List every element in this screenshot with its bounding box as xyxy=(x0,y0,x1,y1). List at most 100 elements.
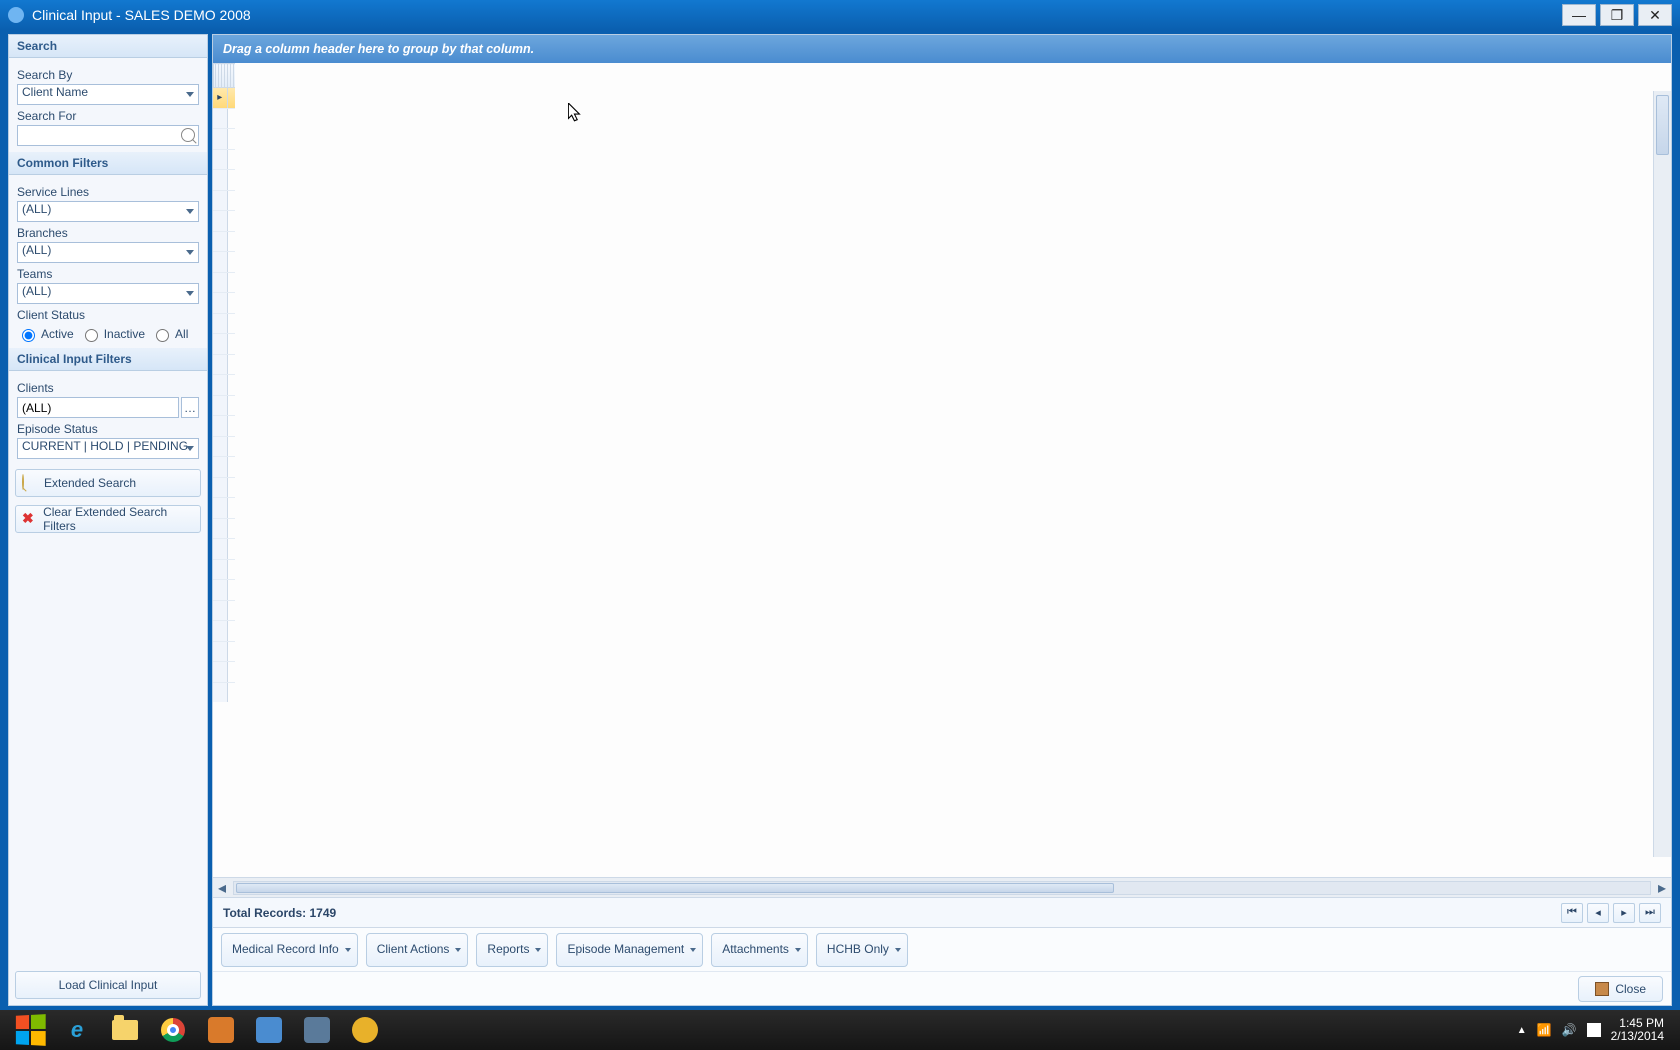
table-row[interactable]: SOUTHARD, JOSE V L.SLC00002541501COMMERC… xyxy=(213,355,235,376)
search-for-input[interactable] xyxy=(17,125,199,146)
service-lines-combo[interactable]: (ALL) xyxy=(17,201,199,222)
search-by-combo[interactable]: Client Name xyxy=(17,84,199,105)
close-window-button[interactable]: ✕ xyxy=(1638,4,1672,26)
clients-ellipsis-button[interactable]: … xyxy=(181,397,199,418)
scroll-right-button[interactable]: ▸ xyxy=(1653,879,1671,897)
taskbar-explorer-icon[interactable] xyxy=(102,1012,148,1048)
table-row[interactable]: STANFORD, JOSEFA R.NAM00002321501MEDICAI… xyxy=(213,580,235,601)
table-row[interactable]: SNELSON, CLARA C.POC00002314901MEDICAREN… xyxy=(213,273,235,294)
cell-care-type: TKA,SP - OR xyxy=(235,662,236,682)
client-actions-button[interactable]: Client Actions xyxy=(366,933,469,967)
window-title: Clinical Input - SALES DEMO 2008 xyxy=(32,7,1558,23)
radio-all[interactable]: All xyxy=(151,326,188,342)
tray-network-icon[interactable]: 📶 xyxy=(1537,1023,1552,1037)
cell-care-type: MED-SURG,S xyxy=(235,293,236,313)
table-row[interactable]: SMITH, TYRONHCH00002574302MEDICARECGS HO… xyxy=(213,211,235,232)
taskbar-app-icon-4[interactable] xyxy=(342,1012,388,1048)
taskbar-app-icon-1[interactable] xyxy=(198,1012,244,1048)
branches-combo[interactable]: (ALL) xyxy=(17,242,199,263)
pager-next-button[interactable]: ▸ xyxy=(1613,903,1635,923)
table-row[interactable]: STALLINGS, MARIUSFRU00001465401MEDICAREN… xyxy=(213,560,235,581)
taskbar-chrome-icon[interactable] xyxy=(150,1012,196,1048)
table-row[interactable]: SMITHSON, CARMELO M.NAM00001786201MEDICA… xyxy=(213,232,235,253)
row-indicator xyxy=(213,334,227,354)
row-indicator xyxy=(213,232,227,252)
taskbar: e ▲ 📶 🔊 1:45 PM 2/13/2014 xyxy=(0,1010,1680,1050)
horizontal-scrollbar[interactable]: ◂ ▸ xyxy=(213,877,1671,897)
taskbar-app-icon-2[interactable] xyxy=(246,1012,292,1048)
table-row[interactable]: SPHALER, MARTHA W.POC00002495101MEDICARE… xyxy=(213,457,235,478)
table-row[interactable]: SMITH, THOMASHEB00002574801MEDICARECAHAB… xyxy=(213,191,235,212)
close-button[interactable]: Close xyxy=(1578,976,1663,1002)
scroll-left-button[interactable]: ◂ xyxy=(213,879,231,897)
episode-status-combo[interactable]: CURRENT | HOLD | PENDING xyxy=(17,438,199,459)
start-button[interactable] xyxy=(8,1012,52,1048)
medical-record-info-button[interactable]: Medical Record Info xyxy=(221,933,358,967)
table-row[interactable]: STASSI, MARY LOUFRU00001711501MEDICARENG… xyxy=(213,683,235,703)
table-row[interactable]: STARRATT, JOSE R.SLC00002076701COMMERCIA… xyxy=(213,662,235,683)
hchb-only-button[interactable]: HCHB Only xyxy=(816,933,908,967)
maximize-button[interactable]: ❐ xyxy=(1600,4,1634,26)
table-row[interactable]: ST CLAIR, CONSUELO W.SLC00000647001MEDIC… xyxy=(213,519,235,540)
clear-extended-search-button[interactable]: ✖ Clear Extended Search Filters xyxy=(15,505,201,533)
reports-button[interactable]: Reports xyxy=(476,933,548,967)
cell-care-type: BALANCE & xyxy=(235,375,236,395)
table-row[interactable]: SPARKS, MARILYN G.TWF00002055501MEDICARE… xyxy=(213,416,235,437)
row-indicator xyxy=(213,519,227,539)
pager-prev-button[interactable]: ◂ xyxy=(1587,903,1609,923)
table-row[interactable]: SPITZNAGEL, ORALIA E.IFH00002474702MEDIC… xyxy=(213,498,235,519)
app-icon xyxy=(8,7,24,23)
table-row[interactable]: SMITH, NORA K.ORM00002474801MED ADV NON … xyxy=(213,170,235,191)
table-row[interactable]: STANISLAWSKI, MARYIDF00002432201MEDICARE… xyxy=(213,642,235,663)
data-grid: Client Name Attachments MR No Payor Type… xyxy=(213,63,1671,877)
table-row[interactable]: SPENCE, MARTHATWF00002217501MEDICARENGS0… xyxy=(213,437,235,458)
taskbar-app-icon-3[interactable] xyxy=(294,1012,340,1048)
table-row[interactable]: STANISLAWSKI, MARCIA G.IDF00002028901MED… xyxy=(213,601,235,622)
total-records-label: Total Records: 1749 xyxy=(223,906,336,920)
table-row[interactable]: SPAHN, BERNICESLC00002512201MEDICARECAHA… xyxy=(213,396,235,417)
tray-volume-icon[interactable]: 🔊 xyxy=(1562,1023,1577,1037)
tray-action-center-icon[interactable] xyxy=(1587,1023,1601,1037)
table-row[interactable]: SMITH, LOUISE M.NAM00001826501MED ADV NO… xyxy=(213,150,235,171)
table-row[interactable]: SPIGNER, CHARLA B.OGD00002542301MEDICARE… xyxy=(213,478,235,499)
cell-care-type: MED-SURG,C xyxy=(235,437,236,457)
group-by-hint[interactable]: Drag a column header here to group by th… xyxy=(213,35,1671,63)
episode-management-button[interactable]: Episode Management xyxy=(556,933,703,967)
search-icon[interactable] xyxy=(181,128,195,142)
taskbar-clock[interactable]: 1:45 PM 2/13/2014 xyxy=(1611,1017,1664,1043)
pager-last-button[interactable]: ⏭ xyxy=(1639,903,1661,923)
teams-combo[interactable]: (ALL) xyxy=(17,283,199,304)
table-row[interactable]: SMITH, ALISA A.POC00001912701MEDICARENGS… xyxy=(213,88,235,109)
col-care-type[interactable]: Care Type xyxy=(233,64,235,88)
table-row[interactable]: SNIVELY, DORSEY E.NAM00001467001MEDICARE… xyxy=(213,293,235,314)
table-row[interactable]: SNEAD, GERALD W.OGD00000757001MEDICARECA… xyxy=(213,252,235,273)
column-header-row: Client Name Attachments MR No Payor Type… xyxy=(214,64,235,88)
load-clinical-input-button[interactable]: Load Clinical Input xyxy=(15,971,201,999)
row-indicator xyxy=(213,314,227,334)
hscroll-thumb[interactable] xyxy=(236,883,1114,893)
row-indicator xyxy=(213,601,227,621)
row-indicator xyxy=(213,498,227,518)
table-row[interactable]: SOMJEN, JULIUS A.ORH00001505502MEDICAREC… xyxy=(213,334,235,355)
table-row[interactable]: SOLLERS, DONALDIDF00002373601MEDICARENGS… xyxy=(213,314,235,335)
attachments-button[interactable]: Attachments xyxy=(711,933,808,967)
clients-input[interactable] xyxy=(17,397,179,418)
extended-search-button[interactable]: Extended Search xyxy=(15,469,201,497)
cell-care-type: MED-SURG,S xyxy=(235,683,236,703)
pager-first-button[interactable]: ⏮ xyxy=(1561,903,1583,923)
row-indicator xyxy=(213,437,227,457)
table-row[interactable]: SMITH, JAMESETTE B.REX00002115401MEDICAR… xyxy=(213,129,235,150)
radio-active[interactable]: Active xyxy=(17,326,74,342)
table-row[interactable]: SOUTHARD, JOSELYN F.POC00002526901MEDICA… xyxy=(213,375,235,396)
radio-inactive[interactable]: Inactive xyxy=(80,326,145,342)
table-row[interactable]: STALLINGS, MARCELINETWF00002473401MEDICA… xyxy=(213,539,235,560)
table-row[interactable]: STANISLAWSKI, MARYIDF00002432201MEDICARE… xyxy=(213,621,235,642)
table-row[interactable]: SMITH, JAMES L.PAY00000804001MEDICARECAH… xyxy=(213,109,235,130)
scrollbar-thumb[interactable] xyxy=(1656,95,1669,155)
minimize-button[interactable]: — xyxy=(1562,4,1596,26)
tray-show-hidden-icon[interactable]: ▲ xyxy=(1517,1025,1527,1036)
taskbar-ie-icon[interactable]: e xyxy=(54,1012,100,1048)
close-bar: Close xyxy=(213,971,1671,1005)
vertical-scrollbar[interactable] xyxy=(1653,91,1671,857)
hscroll-track[interactable] xyxy=(233,881,1651,895)
